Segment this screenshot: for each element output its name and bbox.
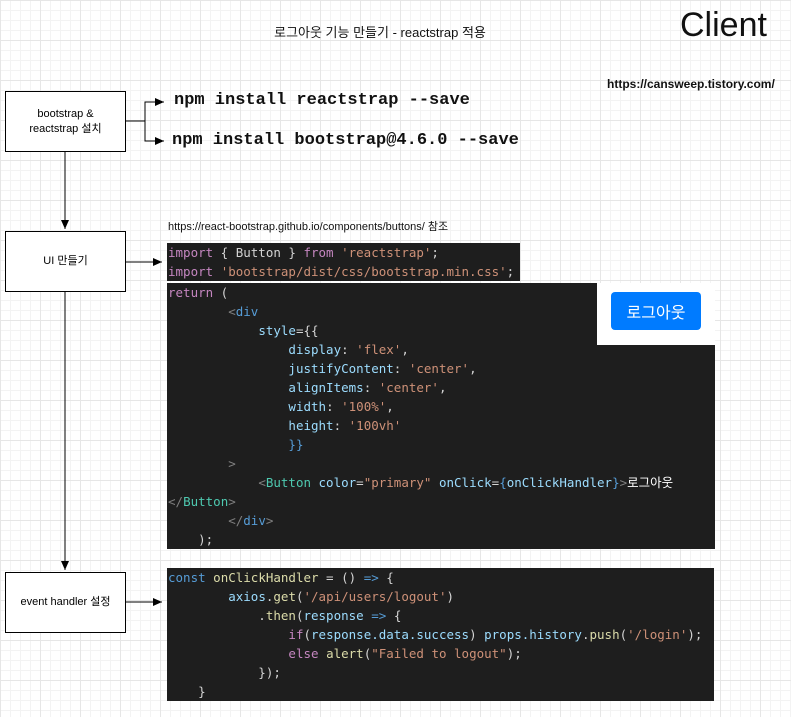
step-event-label: event handler 설정 bbox=[20, 596, 111, 609]
arrow-step1-cmd1 bbox=[126, 98, 164, 122]
step-ui-box: UI 만들기 bbox=[5, 231, 126, 292]
handler-code-block: const onClickHandler = () => { axios.get… bbox=[167, 568, 714, 701]
reference-link: https://react-bootstrap.github.io/compon… bbox=[168, 221, 449, 233]
step-event-box: event handler 설정 bbox=[5, 572, 126, 633]
code-line: import { Button } from 'reactstrap'; bbox=[168, 245, 439, 260]
step-install-label-line2: reactstrap 설치 bbox=[29, 122, 102, 135]
npm-command-reactstrap: npm install reactstrap --save bbox=[174, 91, 470, 110]
arrow-step1-cmd2 bbox=[126, 120, 164, 145]
step-install-box: bootstrap & reactstrap 설치 bbox=[5, 91, 126, 152]
step-install-label-line1: bootstrap & bbox=[37, 107, 94, 120]
import-code-block: import { Button } from 'reactstrap'; imp… bbox=[167, 243, 520, 281]
step-ui-label: UI 만들기 bbox=[43, 255, 88, 268]
code-line: import 'bootstrap/dist/css/bootstrap.min… bbox=[168, 264, 515, 279]
npm-command-bootstrap: npm install bootstrap@4.6.0 --save bbox=[172, 131, 519, 150]
logout-button[interactable]: 로그아웃 bbox=[611, 292, 701, 330]
